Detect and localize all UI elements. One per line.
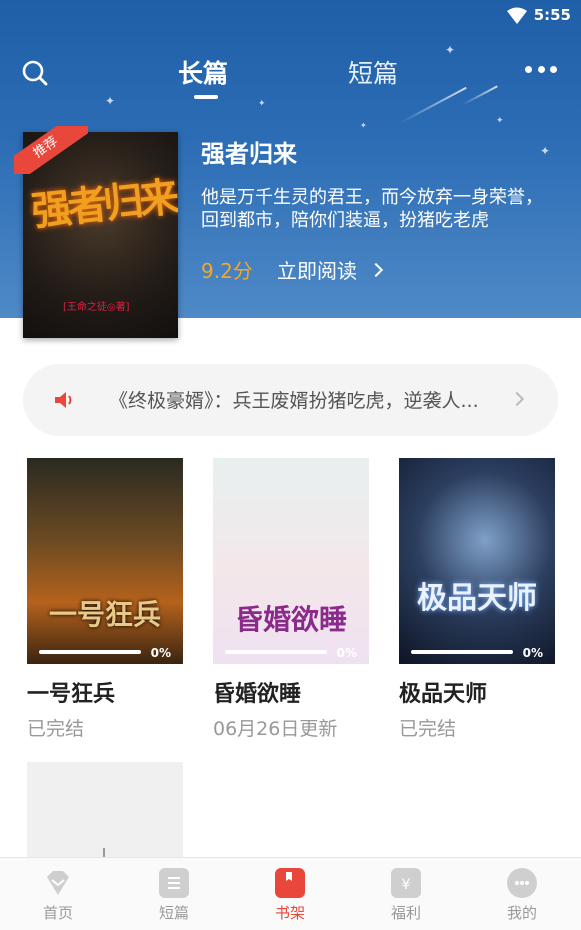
nav-label: 首页 — [42, 904, 73, 922]
reading-progress-percent: 0% — [336, 646, 357, 660]
chat-bubble-icon — [507, 868, 537, 898]
recommend-badge: 推荐 — [14, 126, 88, 174]
nav-label: 短篇 — [158, 904, 189, 922]
book-status: 已完结 — [399, 718, 457, 740]
status-bar: 5:55 — [0, 0, 581, 32]
book-title: 一号狂兵 — [27, 682, 116, 707]
featured-book-description: 他是万千生灵的君王，而今放弃一身荣誉，回到都市，陪你们装逼，扮猪吃老虎 — [201, 187, 543, 231]
cover-artwork-text: 一号狂兵 — [48, 598, 161, 631]
book-status: 06月26日更新 — [213, 718, 338, 740]
chevron-right-icon — [368, 262, 384, 277]
book-cover[interactable]: 极品天师 0% — [399, 458, 555, 664]
cover-artwork-text: 强者归来 — [29, 173, 178, 236]
nav-item-me[interactable]: 我的 — [482, 868, 562, 923]
reading-progress-bar — [225, 650, 327, 654]
reading-progress-bar — [411, 650, 513, 654]
star-decoration: ✦ — [540, 144, 551, 158]
nav-label: 我的 — [506, 904, 537, 922]
nav-label: 书架 — [274, 904, 305, 922]
read-now-label: 立即阅读 — [277, 259, 357, 283]
status-time: 5:55 — [533, 6, 571, 24]
tab-short-novels[interactable]: 短篇 — [348, 54, 398, 90]
book-cover[interactable]: 一号狂兵 0% — [27, 458, 183, 664]
active-tab-indicator — [194, 95, 218, 99]
announcement-bar[interactable]: 《终极豪婿》：兵王废婿扮猪吃虎，逆袭人... — [23, 364, 558, 436]
reading-progress-percent: 0% — [150, 646, 171, 660]
book-title: 极品天师 — [399, 682, 488, 707]
featured-book-score: 9.2分 — [201, 259, 253, 283]
book-cover[interactable]: 昏婚欲睡 0% — [213, 458, 369, 664]
speaker-icon — [55, 392, 72, 408]
announcement-text: 《终极豪婿》：兵王废婿扮猪吃虎，逆袭人... — [109, 390, 479, 412]
bottom-navigation: 首页 短篇 书架 ¥ 福利 我的 — [0, 857, 581, 930]
star-decoration: ✦ — [258, 99, 266, 109]
star-decoration: ✦ — [496, 116, 504, 126]
book-card[interactable]: 一号狂兵 0% 一号狂兵 已完结 — [27, 458, 183, 741]
document-icon — [159, 868, 189, 898]
nav-item-bookshelf[interactable]: 书架 — [250, 868, 330, 923]
add-book-slot[interactable] — [27, 762, 183, 878]
cover-author: [王命之徒◎著] — [63, 302, 130, 313]
home-diamond-icon — [43, 868, 73, 898]
book-status: 已完结 — [27, 718, 85, 740]
more-icon[interactable] — [525, 66, 557, 76]
nav-label: 福利 — [390, 904, 421, 922]
book-title: 昏婚欲睡 — [213, 682, 302, 707]
tab-long-novels[interactable]: 长篇 — [178, 54, 228, 90]
wifi-icon — [507, 7, 527, 24]
nav-item-home[interactable]: 首页 — [18, 868, 98, 923]
svg-text:¥: ¥ — [402, 877, 411, 893]
featured-book-title[interactable]: 强者归来 — [201, 134, 297, 169]
cover-artwork-text: 极品天师 — [417, 581, 537, 616]
read-now-button[interactable]: 立即阅读 — [277, 255, 384, 284]
nav-item-welfare[interactable]: ¥ 福利 — [366, 868, 446, 923]
top-bar: 长篇 短篇 — [0, 48, 581, 99]
search-icon[interactable] — [20, 58, 50, 88]
bookshelf-icon — [275, 868, 305, 898]
book-card[interactable]: 极品天师 0% 极品天师 已完结 — [399, 458, 555, 741]
coin-icon: ¥ — [391, 868, 421, 898]
reading-progress-percent: 0% — [522, 646, 543, 660]
cover-artwork-text: 昏婚欲睡 — [234, 603, 347, 636]
star-decoration: ✦ — [360, 121, 367, 130]
nav-item-short[interactable]: 短篇 — [134, 868, 214, 923]
reading-progress-bar — [39, 650, 141, 654]
book-card[interactable]: 昏婚欲睡 0% 昏婚欲睡 06月26日更新 — [213, 458, 369, 741]
